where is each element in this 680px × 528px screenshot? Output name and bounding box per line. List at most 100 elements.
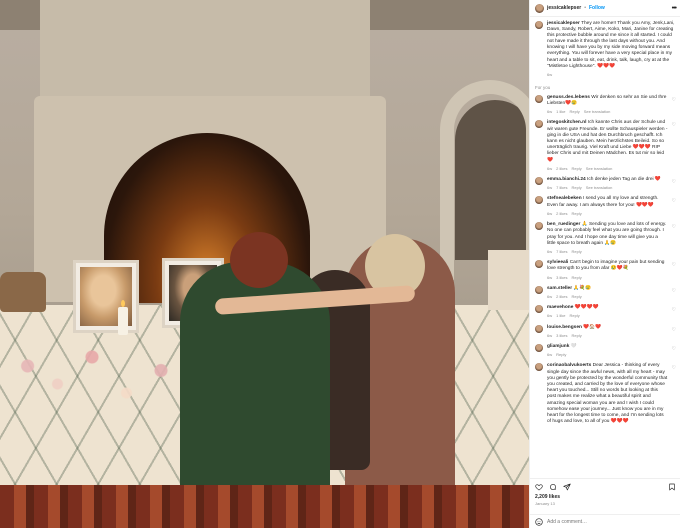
comment-text: Ich kannte Chris aus der Schule und wir … [547,120,668,163]
wall-pillar [488,250,529,310]
caption: jessicaklepser They are home!! Thank you… [535,21,676,78]
heart-icon[interactable] [535,483,543,491]
reply-button[interactable]: Reply [571,275,581,281]
caption-text: They are home!! Thank you Amy, Jenk,Lani… [547,21,675,69]
bookmark-icon[interactable] [668,483,676,491]
avatar[interactable] [535,222,543,231]
comment-meta[interactable]: 2 likes [556,294,567,300]
comment-row: ben_ruedinger 🙏 Sending you love and lot… [535,222,676,255]
reply-button[interactable]: Reply [571,166,581,172]
comment-username[interactable]: gliamjunk [547,344,569,349]
comment-username[interactable]: sylvieeali [547,260,568,265]
comment-row: louise.bengsen ❤️🏠❤️ 6w 3 likes Reply ♡ [535,324,676,339]
comment-row: genuss.des.lebens Wir denken so sehr an … [535,94,676,116]
comment-username[interactable]: ben_ruedinger [547,222,580,227]
caption-time: 6w [547,71,553,77]
reply-button[interactable]: Reply [571,185,581,191]
comment-username[interactable]: corinaobalvukoerts [547,363,591,368]
comment-meta[interactable]: 7 likes [556,185,567,191]
reply-button[interactable]: Reply [571,333,581,339]
comment-meta[interactable]: 1 like [556,109,565,115]
reply-button[interactable]: Reply [571,249,581,255]
comment-heart-icon[interactable]: ♡ [672,224,676,255]
comment-meta: 6w [547,165,553,171]
avatar[interactable] [535,285,543,294]
comment-text: ❤️🏠❤️ [583,324,602,330]
reply-button[interactable]: Reply [571,294,581,300]
comment-text: ❤️❤️❤️❤️ [574,305,599,311]
comment-heart-icon[interactable]: ♡ [672,198,676,217]
comment-username[interactable]: louise.bengsen [547,325,582,330]
post-author-username[interactable]: jessicaklepser [547,5,581,11]
comment-username[interactable]: genuss.des.lebens [547,95,590,100]
avatar[interactable] [535,343,543,352]
comment-row: gliamjunk 🤍 6w Reply ♡ [535,343,676,358]
comment-row: sam.steller 🙏💐😢 6w 2 likes Reply ♡ [535,285,676,300]
comment-heart-icon[interactable]: ♡ [672,262,676,281]
avatar[interactable] [535,21,543,29]
avatar[interactable] [535,3,544,13]
comment-meta[interactable]: 1 like [556,313,565,319]
comment-row: maevehone ❤️❤️❤️❤️ 6w 1 like Reply ♡ [535,305,676,319]
emoji-icon[interactable] [535,517,543,526]
post-date: January 13 [535,501,555,506]
see-translation-link[interactable]: See translation [586,166,613,172]
comment-meta[interactable]: 7 likes [556,249,567,255]
comment-meta: 6w [547,109,553,115]
comment-heart-icon[interactable]: ♡ [672,179,676,191]
comment-heart-icon[interactable]: ♡ [672,365,676,425]
comment-meta[interactable]: 3 likes [556,275,567,281]
avatar[interactable] [535,177,543,186]
avatar[interactable] [535,363,543,372]
reply-button[interactable]: Reply [571,211,581,217]
comment-row: stefnealebeken I send you all my love an… [535,196,676,217]
reply-button[interactable]: Reply [556,352,566,358]
comment-meta[interactable]: 2 likes [556,211,567,217]
comment-meta: 6w [547,352,553,358]
see-translation-link[interactable]: See translation [584,109,611,115]
comment-text: Ich denke jeden Tag an die drei ❤️ [587,177,661,183]
avatar[interactable] [535,94,543,103]
comment-text: 🤍 [570,343,577,349]
follow-button[interactable]: Follow [589,5,605,11]
caption-username[interactable]: jessicaklepser [547,21,580,26]
comment-heart-icon[interactable]: ♡ [672,307,676,319]
post-photo[interactable] [0,0,529,528]
avatar[interactable] [535,196,543,205]
red-rug [0,485,529,528]
comment-row: integoskitchen.nl Ich kannte Chris aus d… [535,120,676,172]
avatar[interactable] [535,120,543,129]
reply-button[interactable]: Reply [569,109,579,115]
avatar[interactable] [535,305,543,314]
comment-row: sylvieeali Can't begin to imagine your p… [535,260,676,281]
comment-heart-icon[interactable]: ♡ [672,327,676,339]
comment-username[interactable]: integoskitchen.nl [547,120,586,125]
candle [118,300,128,335]
add-comment-input[interactable] [547,518,676,525]
comment-text: Dear Jessica - thinking of every single … [547,363,668,425]
reply-button[interactable]: Reply [569,313,579,319]
comment-heart-icon[interactable]: ♡ [672,97,676,116]
comment-icon[interactable] [549,483,557,491]
see-translation-link[interactable]: See translation [586,185,613,191]
comment-heart-icon[interactable]: ♡ [672,346,676,358]
comments-list[interactable]: jessicaklepser They are home!! Thank you… [530,18,680,484]
comment-meta[interactable]: 3 likes [556,333,567,339]
comment-meta: 6w [547,248,553,254]
comment-username[interactable]: maevehone [547,305,573,310]
avatar[interactable] [535,324,543,333]
comment-username[interactable]: stefnealebeken [547,196,582,201]
like-count[interactable]: 2,209 likes [535,494,676,500]
comment-username[interactable]: emma.bianchi.24 [547,177,586,182]
comment-meta[interactable]: 2 likes [556,166,567,172]
comment-text: 🙏💐😢 [573,285,592,291]
comment-username[interactable]: sam.steller [547,286,572,291]
comment-heart-icon[interactable]: ♡ [672,288,676,300]
comment-heart-icon[interactable]: ♡ [672,122,676,172]
avatar[interactable] [535,260,543,269]
post-side-panel: jessicaklepser • Follow ••• jessicakleps… [529,0,680,528]
ellipsis-icon[interactable]: ••• [672,5,677,12]
separator-dot: • [584,5,586,11]
add-comment-bar [530,514,680,528]
share-icon[interactable] [563,483,571,491]
